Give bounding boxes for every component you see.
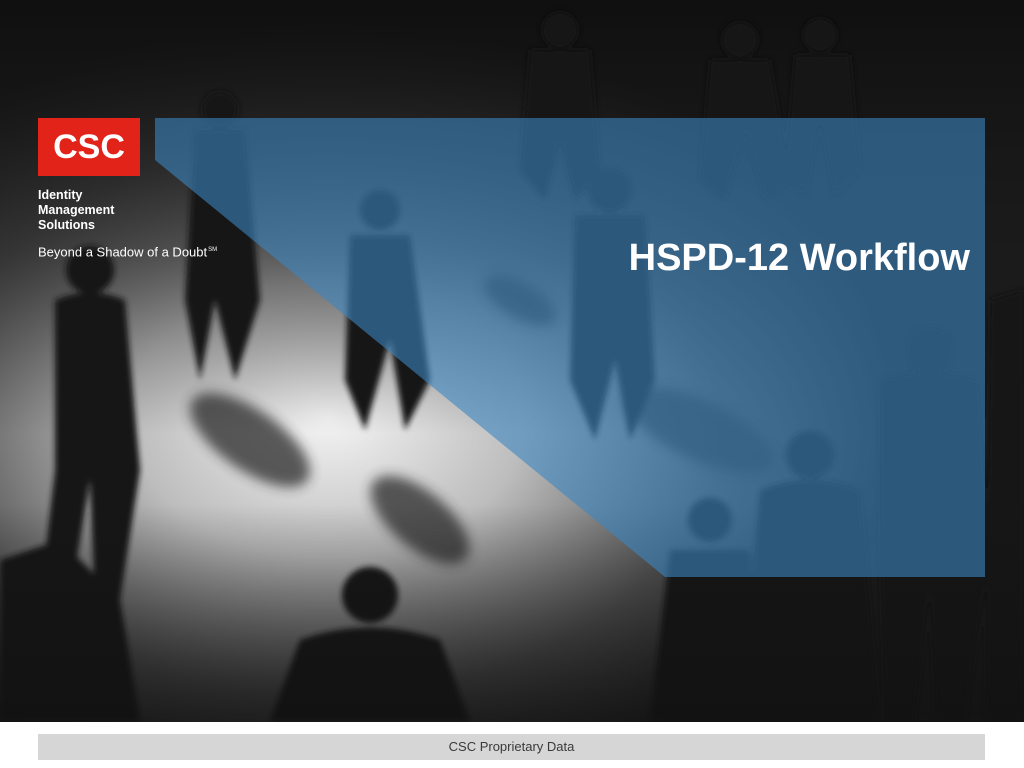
footer-text: CSC Proprietary Data [448, 739, 575, 754]
footer-bar: CSC Proprietary Data [38, 734, 985, 760]
tagline: Beyond a Shadow of a DoubtSM [38, 242, 217, 260]
slide-title: HSPD-12 Workflow [628, 237, 970, 279]
division-line: Management [38, 203, 115, 217]
division-line: Solutions [38, 218, 95, 232]
division-name: Identity Management Solutions [38, 188, 114, 233]
division-line: Identity [38, 188, 83, 202]
csc-logo: CSC [38, 118, 140, 176]
service-mark: SM [208, 247, 218, 253]
blue-overlay-panel [155, 118, 985, 577]
csc-logo-text: CSC [53, 128, 125, 166]
slide: HSPD-12 Workflow CSC Identity Management… [0, 0, 1024, 768]
tagline-text: Beyond a Shadow of a Doubt [38, 244, 208, 260]
